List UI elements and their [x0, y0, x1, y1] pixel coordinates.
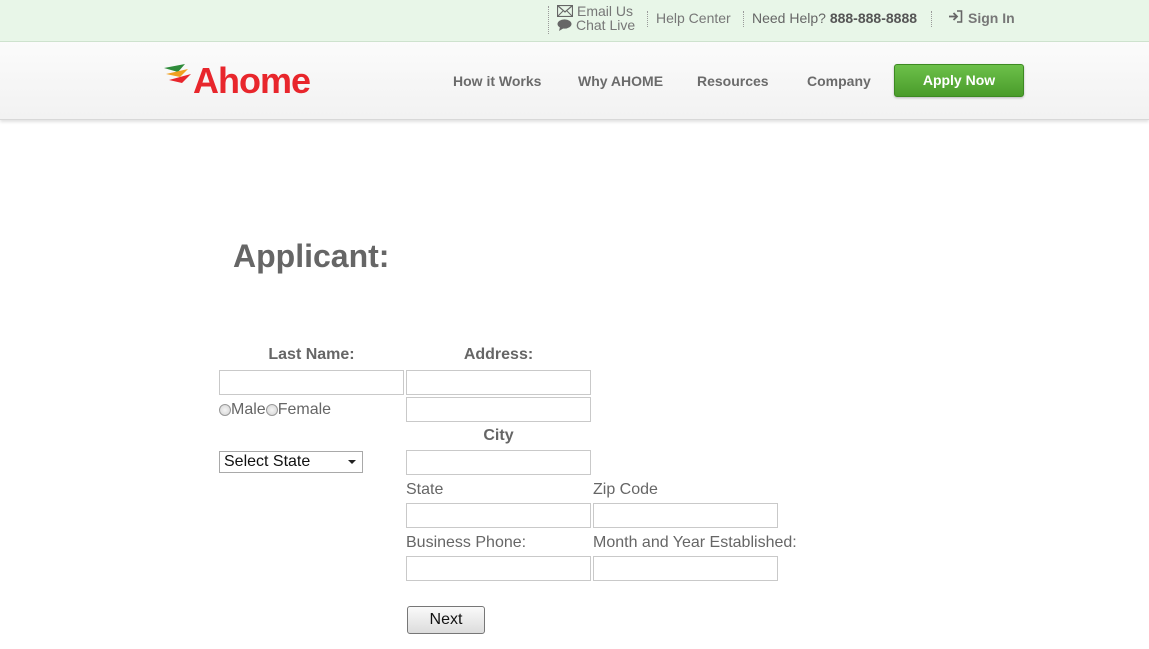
- city-label: City: [483, 427, 514, 444]
- divider: [548, 6, 549, 34]
- logo-mark-icon: [163, 62, 193, 99]
- female-label: Female: [277, 401, 332, 418]
- address-line1-input[interactable]: [406, 370, 591, 395]
- state-select-value: Select State: [224, 453, 311, 470]
- email-us-label: Email Us: [577, 3, 634, 19]
- need-help-phone: Need Help? 888-888-8888: [752, 10, 917, 26]
- help-center-link[interactable]: Help Center: [656, 10, 731, 26]
- divider: [647, 11, 648, 27]
- next-button[interactable]: Next: [407, 606, 485, 634]
- state-select[interactable]: Select State: [219, 451, 363, 473]
- established-input[interactable]: [593, 556, 778, 581]
- address-label: Address:: [463, 346, 534, 363]
- apply-now-button[interactable]: Apply Now: [894, 64, 1024, 97]
- phone-number: 888-888-8888: [829, 10, 918, 26]
- email-us-link[interactable]: Email Us: [557, 4, 633, 18]
- male-label: Male: [231, 401, 266, 418]
- male-radio[interactable]: [219, 404, 231, 416]
- last-name-input[interactable]: [219, 370, 404, 395]
- sign-in-link[interactable]: Sign In: [948, 10, 1015, 26]
- state-label: State: [406, 481, 444, 498]
- business-phone-label: Business Phone:: [406, 534, 527, 551]
- envelope-icon: [557, 5, 573, 17]
- sign-in-icon: [948, 10, 963, 26]
- address-line2-input[interactable]: [406, 397, 591, 422]
- sign-in-label: Sign In: [968, 10, 1015, 26]
- chat-live-link[interactable]: Chat Live: [557, 18, 635, 32]
- chevron-down-icon: [348, 460, 356, 464]
- nav-why-ahome[interactable]: Why AHOME: [578, 73, 663, 89]
- female-radio[interactable]: [265, 404, 278, 416]
- established-label: Month and Year Established:: [593, 534, 797, 551]
- logo-text: Ahome: [193, 59, 311, 101]
- ahome-logo[interactable]: Ahome: [163, 59, 311, 101]
- city-input[interactable]: [406, 450, 591, 475]
- last-name-label: Last Name:: [268, 346, 355, 363]
- page-title: Applicant:: [233, 238, 390, 274]
- zip-code-label: Zip Code: [593, 481, 658, 498]
- gender-radio-group: Male Female: [219, 401, 331, 419]
- zip-code-input[interactable]: [593, 503, 778, 528]
- nav-how-it-works[interactable]: How it Works: [453, 73, 541, 89]
- nav-company[interactable]: Company: [807, 73, 871, 89]
- need-help-label: Need Help?: [752, 10, 826, 26]
- top-utility-bar: Email Us Chat Live Help Center Need Help…: [0, 0, 1149, 42]
- chat-live-label: Chat Live: [576, 17, 636, 33]
- chat-bubble-icon: [557, 19, 572, 31]
- nav-resources[interactable]: Resources: [697, 73, 769, 89]
- state-input[interactable]: [406, 503, 591, 528]
- business-phone-input[interactable]: [406, 556, 591, 581]
- divider: [743, 11, 744, 27]
- divider: [931, 11, 932, 27]
- main-header: Ahome How it Works Why AHOME Resources C…: [0, 42, 1149, 120]
